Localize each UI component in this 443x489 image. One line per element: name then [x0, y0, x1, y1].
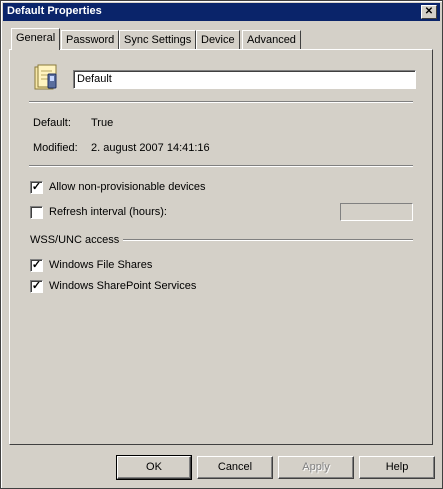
separator	[29, 101, 413, 103]
refresh-interval-input[interactable]	[340, 203, 413, 221]
windows-file-shares-checkbox[interactable]: ✓	[30, 259, 43, 272]
tab-general[interactable]: General	[11, 28, 61, 50]
modified-label: Modified:	[33, 142, 78, 154]
general-tab-panel	[9, 49, 433, 445]
windows-sharepoint-label[interactable]: Windows SharePoint Services	[49, 280, 196, 292]
allow-non-provisionable-label[interactable]: Allow non-provisionable devices	[49, 181, 206, 193]
group-separator	[123, 239, 413, 241]
tab-device[interactable]: Device	[196, 30, 240, 49]
windows-sharepoint-checkbox[interactable]: ✓	[30, 280, 43, 293]
cancel-button[interactable]: Cancel	[197, 456, 273, 479]
title-bar: Default Properties ✕	[3, 3, 440, 21]
separator	[29, 165, 413, 167]
apply-button[interactable]: Apply	[278, 456, 354, 479]
close-button[interactable]: ✕	[421, 5, 437, 19]
modified-value: 2. august 2007 14:41:16	[91, 142, 210, 154]
allow-non-provisionable-checkbox[interactable]: ✓	[30, 181, 43, 194]
tab-password[interactable]: Password	[61, 30, 120, 49]
windows-file-shares-label[interactable]: Windows File Shares	[49, 259, 152, 271]
window-title: Default Properties	[7, 5, 102, 17]
ok-button[interactable]: OK	[116, 455, 192, 480]
default-label: Default:	[33, 117, 71, 129]
refresh-interval-label[interactable]: Refresh interval (hours):	[49, 206, 167, 218]
profile-name-input[interactable]: Default	[73, 70, 416, 89]
refresh-interval-checkbox[interactable]	[30, 206, 43, 219]
default-value: True	[91, 117, 114, 129]
tab-advanced[interactable]: Advanced	[242, 30, 301, 49]
help-button[interactable]: Help	[359, 456, 435, 479]
wss-unc-group-label: WSS/UNC access	[30, 234, 120, 246]
profile-document-icon	[34, 64, 57, 90]
tab-sync-settings[interactable]: Sync Settings	[119, 30, 197, 49]
